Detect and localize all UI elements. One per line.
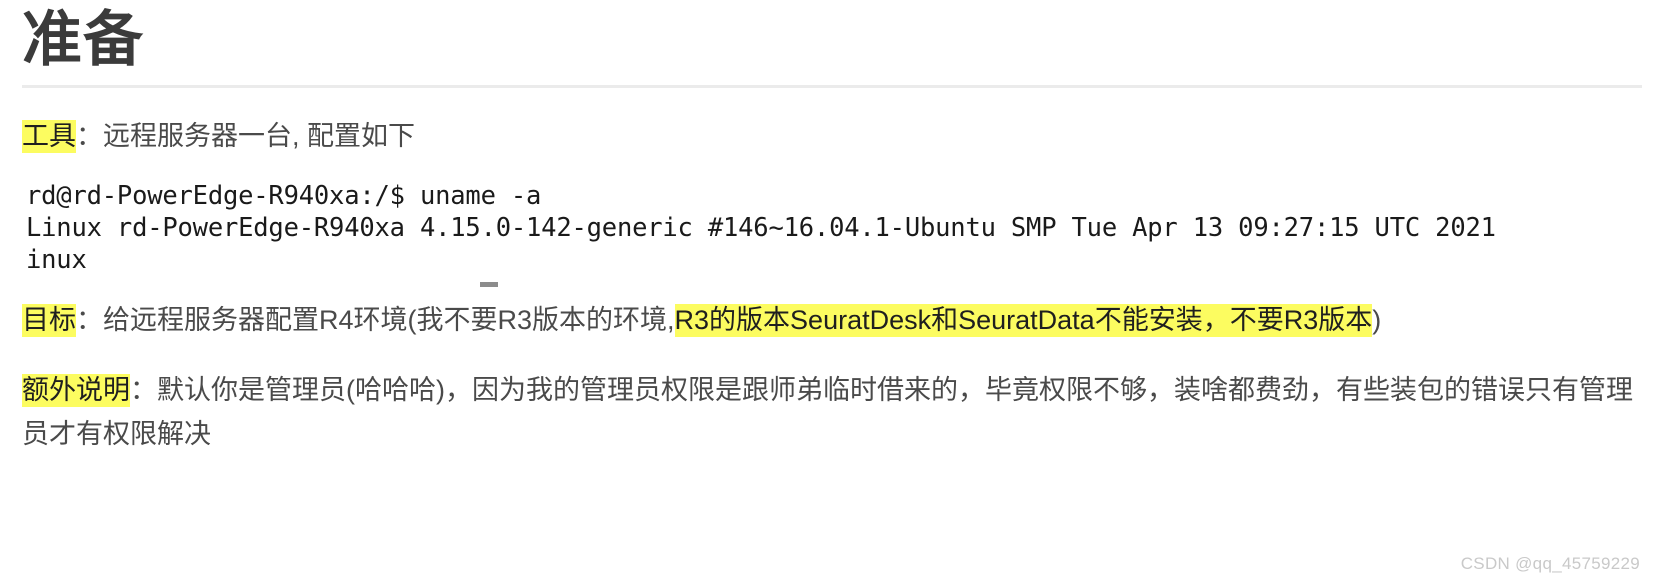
label-goal: 目标 [22, 304, 76, 337]
text-extra: 默认你是管理员(哈哈哈)，因为我的管理员权限是跟师弟临时借来的，毕竟权限不够，装… [22, 375, 1633, 449]
text-goal-highlighted: R3的版本SeuratDesk和SeuratData不能安装，不要R3版本 [674, 304, 1373, 337]
text-tools: 远程服务器一台, 配置如下 [103, 121, 416, 151]
separator-tools: ： [76, 121, 103, 151]
code-line-2: Linux rd-PowerEdge-R940xa 4.15.0-142-gen… [26, 213, 1496, 243]
label-extra: 额外说明 [22, 374, 130, 407]
csdn-watermark: CSDN @qq_45759229 [1460, 554, 1640, 573]
code-line-1: rd@rd-PowerEdge-R940xa:/$ uname -a [26, 181, 542, 211]
page-title: 准备 [22, 5, 144, 75]
article-page: 准备 工具：远程服务器一台, 配置如下 rd@rd-PowerEdge-R940… [0, 0, 1664, 582]
text-goal-before: 给远程服务器配置R4环境(我不要R3版本的环境, [103, 305, 675, 335]
separator-extra: ： [130, 375, 157, 405]
paragraph-goal: 目标：给远程服务器配置R4环境(我不要R3版本的环境,R3的版本SeuratDe… [22, 298, 1642, 342]
separator-goal: ： [76, 305, 103, 335]
text-caret-icon [480, 282, 498, 287]
title-divider [22, 85, 1642, 88]
paragraph-tools: 工具：远程服务器一台, 配置如下 [22, 114, 1642, 158]
paragraph-extra: 额外说明：默认你是管理员(哈哈哈)，因为我的管理员权限是跟师弟临时借来的，毕竟权… [22, 368, 1642, 456]
code-line-3: inux [26, 245, 87, 275]
text-goal-after: ) [1372, 305, 1382, 335]
label-tools: 工具 [22, 120, 76, 153]
terminal-code-block: rd@rd-PowerEdge-R940xa:/$ uname -a Linux … [22, 180, 1642, 287]
